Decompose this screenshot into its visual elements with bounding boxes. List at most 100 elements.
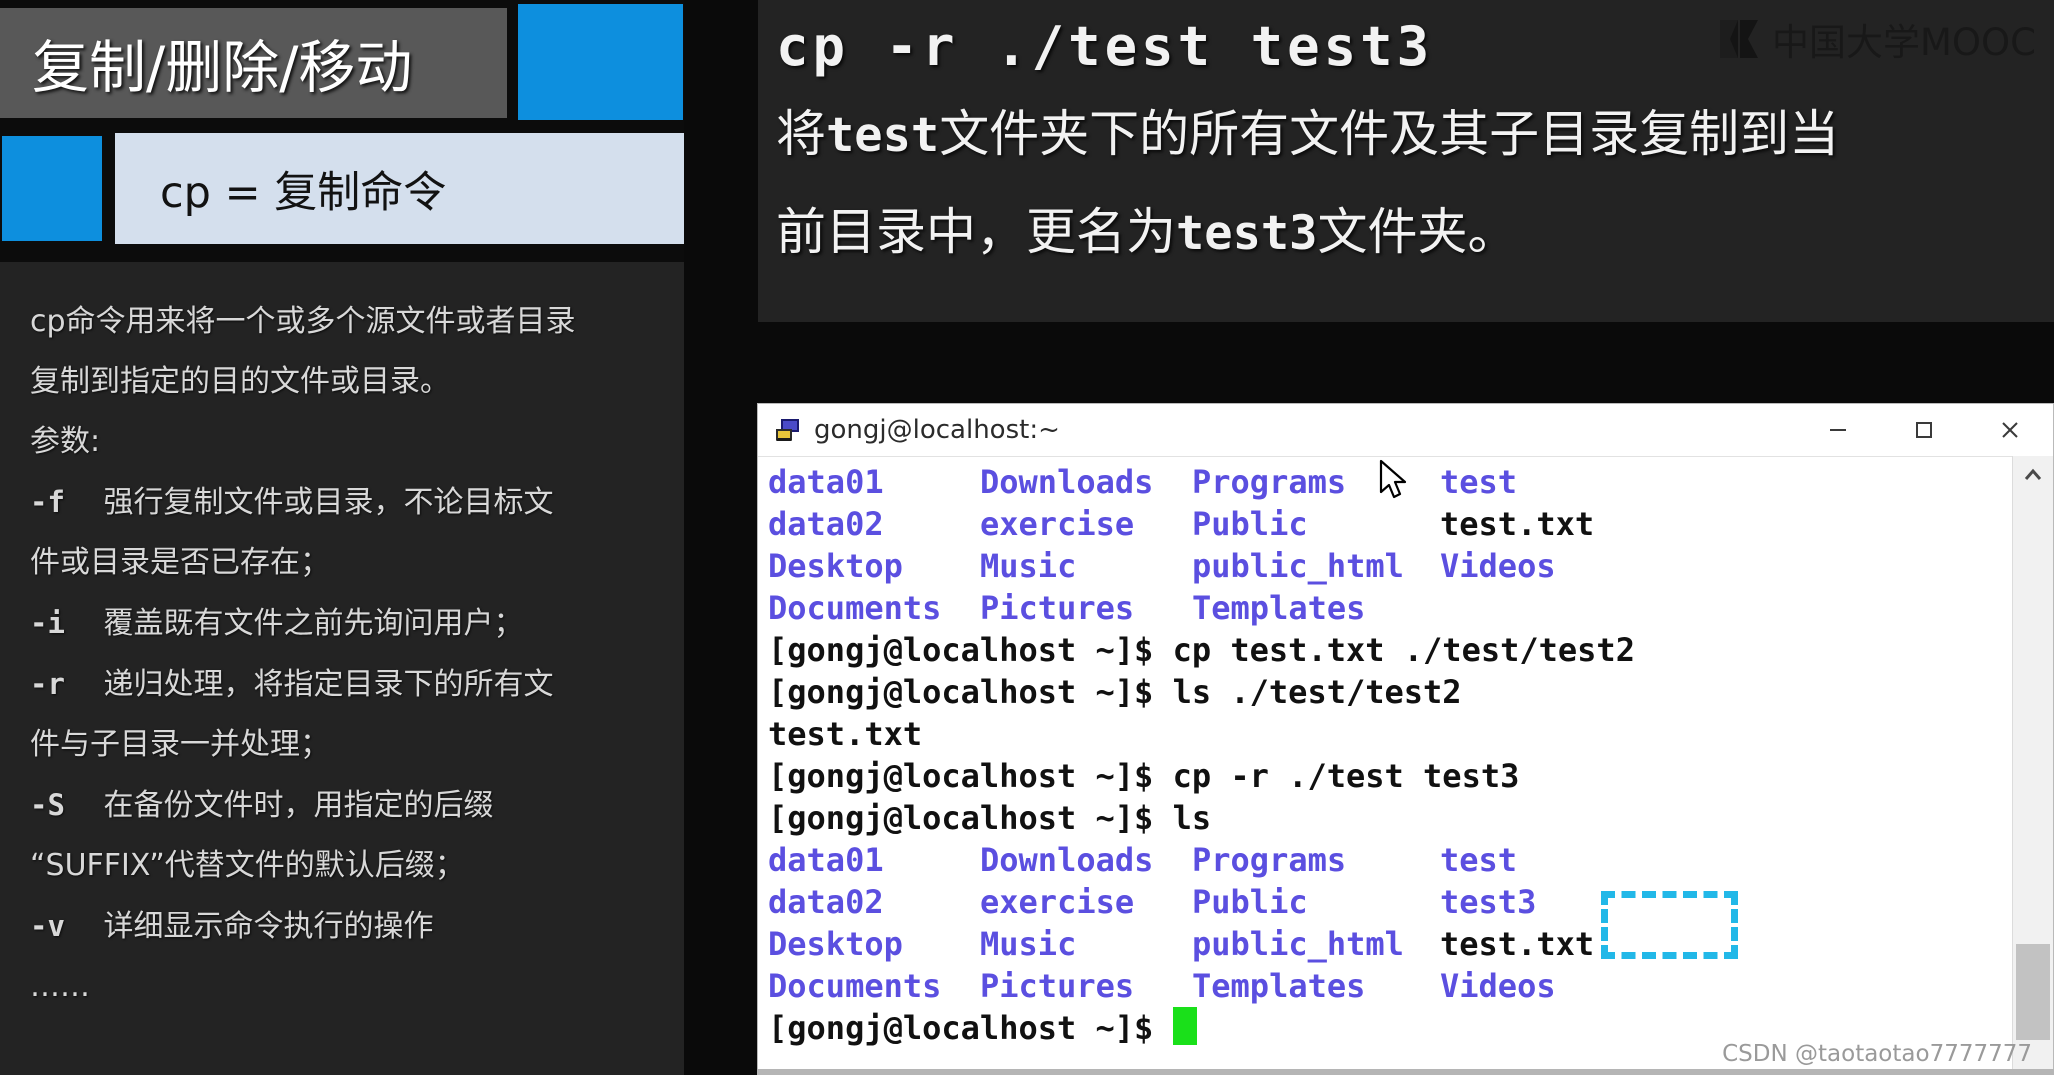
directory-entry: exercise [980, 883, 1135, 921]
window-bottom-edge [757, 1069, 2054, 1075]
command-line: [gongj@localhost ~]$ cp -r ./test test3 [768, 755, 2053, 797]
page-title: 复制/删除/移动 [32, 35, 413, 101]
left-slide-panel: 复制/删除/移动 cp = 复制命令 cp命令用来将一个或多个源文件或者目录 复制… [0, 0, 684, 1075]
directory-entry: public_html [1192, 547, 1404, 585]
close-button[interactable] [1967, 404, 2053, 456]
directory-entry: data02 [768, 505, 884, 543]
description-line: -S 在备份文件时，用指定的后缀 [30, 775, 684, 836]
terminal-scrollbar[interactable] [2012, 456, 2053, 1070]
directory-entry: data01 [768, 463, 884, 501]
directory-listing-row: Documents Pictures Templates [768, 587, 2053, 629]
description-line: 复制到指定的目的文件或目录。 [30, 364, 450, 399]
terminal-cursor [1172, 1007, 1197, 1045]
directory-listing-row: data02 exercise Public test.txt [768, 503, 2053, 545]
file-entry: test.txt [1440, 505, 1595, 543]
directory-entry: Music [980, 547, 1077, 585]
typed-command: ls [1172, 799, 1212, 837]
directory-entry: Music [980, 925, 1077, 963]
shell-prompt: [gongj@localhost ~]$ [768, 631, 1173, 669]
directory-entry: Pictures [980, 589, 1135, 627]
putty-icon [776, 419, 799, 441]
directory-entry: Videos [1440, 967, 1556, 1005]
shell-prompt: [gongj@localhost ~]$ [768, 1009, 1173, 1047]
command-card: cp -r ./test test3 将test文件夹下的所有文件及其子目录复制… [758, 0, 2054, 322]
directory-entry: public_html [1192, 925, 1404, 963]
shell-prompt: [gongj@localhost ~]$ [768, 757, 1173, 795]
directory-listing-row: Documents Pictures Templates Videos [768, 965, 2053, 1007]
description-line: -f 强行复制文件或目录，不论目标文 [30, 472, 684, 533]
typed-command: cp test.txt ./test/test2 [1172, 631, 1635, 669]
directory-entry: Programs [1192, 841, 1347, 879]
directory-entry: test [1440, 841, 1518, 879]
description-line: “SUFFIX”代替文件的默认后缀； [30, 848, 465, 883]
shell-prompt: [gongj@localhost ~]$ [768, 673, 1173, 711]
terminal-titlebar[interactable]: gongj@localhost:~ [758, 404, 2053, 457]
terminal-output-area[interactable]: data01 Downloads Programs test data02 exercis… [758, 457, 2053, 1070]
directory-entry: Videos [1440, 547, 1556, 585]
definition-box: cp = 复制命令 [115, 133, 684, 244]
option-flag: -S [30, 788, 65, 822]
directory-entry: Public [1192, 505, 1308, 543]
directory-entry: test3 [1440, 883, 1537, 921]
definition-label: cp = 复制命令 [160, 167, 447, 218]
description-line: …… [30, 969, 90, 1004]
command-line: [gongj@localhost ~]$ ls ./test/test2 [768, 671, 2053, 713]
option-description: 详细显示命令执行的操作 [94, 909, 434, 944]
option-flag: -i [30, 606, 65, 640]
command-output: test.txt [768, 715, 923, 753]
typed-command: cp -r ./test test3 [1172, 757, 1520, 795]
mouse-cursor-icon [1379, 459, 1407, 499]
window-controls [1795, 404, 2053, 456]
minimize-button[interactable] [1795, 404, 1881, 456]
description-line: -r 递归处理，将指定目录下的所有文 [30, 654, 684, 715]
shell-prompt: [gongj@localhost ~]$ [768, 799, 1173, 837]
maximize-button[interactable] [1881, 404, 1967, 456]
close-icon [2002, 422, 2018, 438]
directory-entry: Downloads [980, 841, 1154, 879]
command-description-line-1: 将test文件夹下的所有文件及其子目录复制到当 [766, 86, 2054, 184]
description-line: -v 详细显示命令执行的操作 [30, 896, 684, 957]
option-description: 在备份文件时，用指定的后缀 [94, 788, 494, 823]
option-description: 覆盖既有文件之前先询问用户； [94, 606, 524, 641]
desc2-post: 文件夹。 [1317, 203, 1518, 261]
book-icon [1719, 20, 1758, 58]
directory-entry: Public [1192, 883, 1308, 921]
command-description-line-2: 前目录中，更名为test3文件夹。 [766, 184, 2054, 282]
directory-listing-row: Desktop Music public_html test.txt [768, 923, 2053, 965]
directory-entry: Documents [768, 967, 942, 1005]
directory-entry: Downloads [980, 463, 1154, 501]
slide-title-box: 复制/删除/移动 [0, 8, 507, 118]
file-entry: test.txt [1440, 925, 1595, 963]
directory-entry: Templates [1192, 967, 1366, 1005]
description-line: cp命令用来将一个或多个源文件或者目录 [30, 304, 576, 339]
description-line: 件与子目录一并处理； [30, 727, 330, 762]
directory-entry: Desktop [768, 925, 903, 963]
terminal-title-text: gongj@localhost:~ [814, 415, 1060, 445]
scrollbar-thumb[interactable] [2016, 944, 2050, 1040]
desc2-mono: test3 [1176, 206, 1318, 261]
minimize-icon [1830, 429, 1846, 431]
option-flag: -r [30, 667, 65, 701]
mooc-logo-text: 中国大学MOOC [1771, 21, 2036, 64]
scroll-up-arrow-icon[interactable] [2013, 456, 2053, 496]
typed-command: ls ./test/test2 [1172, 673, 1462, 711]
command-line: [gongj@localhost ~]$ cp test.txt ./test/… [768, 629, 2053, 671]
description-line: -i 覆盖既有文件之前先询问用户； [30, 593, 684, 654]
command-line: [gongj@localhost ~]$ ls [768, 797, 2053, 839]
description-block: cp命令用来将一个或多个源文件或者目录 复制到指定的目的文件或目录。 参数: -f 强… [0, 262, 684, 1075]
directory-entry: test [1440, 463, 1518, 501]
option-description: 强行复制文件或目录，不论目标文 [94, 485, 554, 520]
mooc-logo: 中国大学MOOC [1718, 12, 2036, 66]
directory-entry: Desktop [768, 547, 903, 585]
directory-entry: Pictures [980, 967, 1135, 1005]
description-line: 参数: [30, 424, 101, 459]
maximize-icon [1916, 422, 1932, 438]
option-flag: -v [30, 909, 65, 943]
desc1-mono: test [826, 108, 940, 163]
title-accent-block [518, 4, 683, 120]
directory-entry: exercise [980, 505, 1135, 543]
option-description: 递归处理，将指定目录下的所有文 [94, 667, 554, 702]
directory-entry: Templates [1192, 589, 1366, 627]
description-line: 件或目录是否已存在； [30, 545, 330, 580]
directory-listing-row: data01 Downloads Programs test [768, 839, 2053, 881]
